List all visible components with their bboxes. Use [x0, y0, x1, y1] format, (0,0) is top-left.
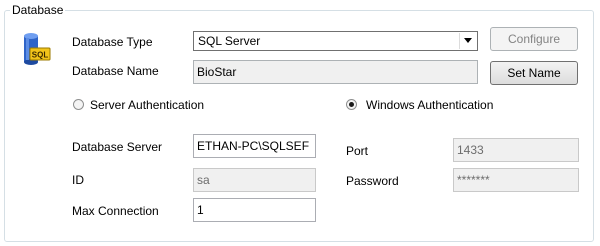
database-name-label: Database Name: [72, 64, 159, 78]
windows-auth-label[interactable]: Windows Authentication: [366, 98, 493, 112]
server-auth-radio[interactable]: [73, 99, 84, 110]
password-label: Password: [346, 174, 399, 188]
database-server-field[interactable]: ETHAN-PC\SQLSEF: [193, 134, 316, 158]
windows-auth-radio[interactable]: [346, 99, 357, 110]
port-field[interactable]: 1433: [453, 138, 579, 162]
database-type-label: Database Type: [72, 35, 153, 49]
set-name-button[interactable]: Set Name: [490, 61, 578, 85]
id-label: ID: [72, 173, 84, 187]
radio-selected-dot: [349, 102, 354, 107]
database-type-value: SQL Server: [198, 34, 261, 48]
port-label: Port: [346, 144, 369, 158]
configure-button[interactable]: Configure: [490, 27, 578, 51]
database-icon: SQL: [21, 32, 51, 68]
server-auth-label[interactable]: Server Authentication: [90, 98, 204, 112]
database-name-field[interactable]: BioStar: [193, 60, 478, 84]
id-field[interactable]: sa: [193, 168, 316, 192]
max-connection-field[interactable]: 1: [193, 198, 316, 222]
password-field[interactable]: *******: [453, 168, 579, 192]
database-server-label: Database Server: [72, 140, 163, 154]
max-connection-label: Max Connection: [72, 204, 159, 218]
group-title: Database: [10, 3, 66, 17]
sql-icon-text: SQL: [32, 51, 49, 60]
chevron-down-icon[interactable]: [459, 33, 476, 49]
database-type-select[interactable]: SQL Server: [193, 31, 478, 51]
